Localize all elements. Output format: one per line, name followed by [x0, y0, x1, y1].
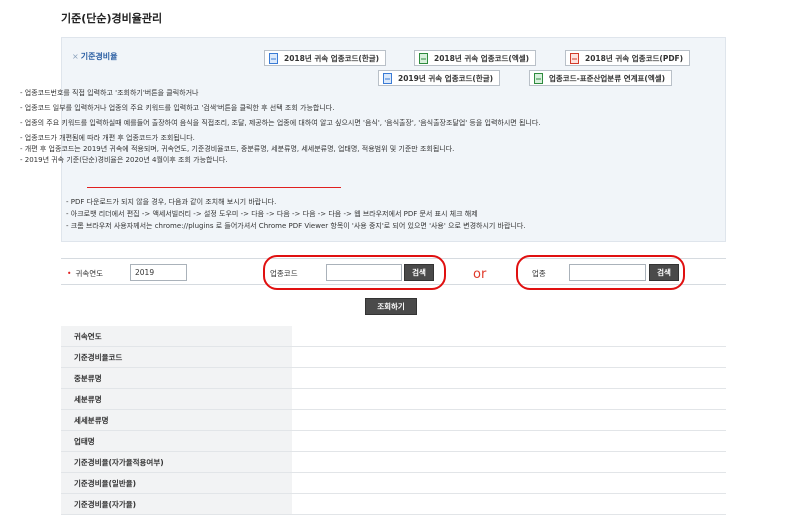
year-label: • 귀속연도 — [67, 268, 103, 279]
download-2018-excel-button[interactable]: 2018년 귀속 업종코드(엑셀) — [414, 50, 537, 66]
page-title: 기준(단순)경비율관리 — [61, 12, 163, 25]
result-header: 기준경비율코드 — [61, 347, 292, 367]
result-row: 기준경비율(일반율) — [61, 473, 726, 494]
hwp-file-icon — [383, 72, 392, 84]
result-row: 귀속연도 — [61, 326, 726, 347]
note-item: - 업종코드번호를 직접 입력하고 '조회하기'버튼을 클릭하거나 — [20, 89, 199, 97]
or-annotation: or — [473, 267, 487, 282]
download-label: 2018년 귀속 업종코드(엑셀) — [434, 53, 530, 63]
result-row: 기준경비율(자가율) — [61, 494, 726, 515]
result-row: 세분류명 — [61, 389, 726, 410]
download-label: 2019년 귀속 업종코드(한글) — [398, 73, 494, 83]
result-value — [292, 452, 726, 472]
download-label: 업종코드-표준산업분류 연계표(엑셀) — [549, 73, 666, 83]
year-label-text: 귀속연도 — [75, 269, 104, 278]
result-row: 중분류명 — [61, 368, 726, 389]
red-circle-annotation-code — [263, 255, 446, 290]
download-2018-pdf-button[interactable]: 2018년 귀속 업종코드(PDF) — [565, 50, 691, 66]
year-input[interactable] — [130, 264, 187, 281]
result-header: 기준경비율(일반율) — [61, 473, 292, 493]
result-value — [292, 494, 726, 514]
pdf-notes-list: - PDF 다운로드가 되지 않을 경우, 다음과 같이 조치해 보시기 바랍니… — [66, 196, 526, 232]
result-header: 귀속연도 — [61, 326, 292, 346]
note-item: - 업종코드가 개편됨에 따라 개편 후 업종코드가 조회됩니다. — [20, 134, 195, 142]
x-icon: × — [72, 52, 79, 61]
result-value — [292, 326, 726, 346]
excel-file-icon — [534, 72, 543, 84]
download-label: 2018년 귀속 업종코드(한글) — [284, 53, 380, 63]
result-header: 중분류명 — [61, 368, 292, 388]
result-row: 기준경비율코드 — [61, 347, 726, 368]
info-heading-label: 기준경비율 — [80, 52, 118, 61]
result-row: 업태명 — [61, 431, 726, 452]
red-circle-annotation-industry — [516, 255, 685, 290]
pdf-file-icon — [570, 52, 579, 64]
download-mapping-excel-button[interactable]: 업종코드-표준산업분류 연계표(엑셀) — [529, 70, 673, 86]
excel-file-icon — [419, 52, 428, 64]
note-item: - 업종의 주요 키워드를 입력하실때 예를들어 출장하여 음식을 직접조리, … — [20, 119, 541, 127]
result-row: 기준경비율(자가율적용여부) — [61, 452, 726, 473]
download-label: 2018년 귀속 업종코드(PDF) — [585, 53, 684, 63]
result-value — [292, 410, 726, 430]
result-value — [292, 431, 726, 451]
result-row: 세세분류명 — [61, 410, 726, 431]
info-heading: × 기준경비율 — [72, 51, 118, 62]
result-header: 세세분류명 — [61, 410, 292, 430]
result-header: 기준경비율(자가율적용여부) — [61, 452, 292, 472]
required-bullet-icon: • — [67, 269, 72, 278]
result-header: 기준경비율(자가율) — [61, 494, 292, 514]
query-button[interactable]: 조회하기 — [365, 298, 417, 315]
pdf-note-item: - PDF 다운로드가 되지 않을 경우, 다음과 같이 조치해 보시기 바랍니… — [66, 198, 277, 206]
result-value — [292, 347, 726, 367]
result-value — [292, 473, 726, 493]
results-table: 귀속연도 기준경비율코드 중분류명 세분류명 세세분류명 업태명 기준경비율(자… — [61, 326, 726, 515]
note-item: - 2019년 귀속 기준(단순)경비율은 2020년 4월이후 조회 가능합니… — [20, 156, 228, 164]
hwp-file-icon — [269, 52, 278, 64]
pdf-note-item: - 크롬 브라우저 사용자께서는 chrome://plugins 로 들어가셔… — [66, 222, 526, 230]
result-value — [292, 368, 726, 388]
result-header: 업태명 — [61, 431, 292, 451]
download-2019-hwp-button[interactable]: 2019년 귀속 업종코드(한글) — [378, 70, 501, 86]
result-value — [292, 389, 726, 409]
result-header: 세분류명 — [61, 389, 292, 409]
red-underline-annotation — [87, 187, 341, 188]
pdf-note-item: - 아크로뱃 리더에서 편집 -> 액세서빌러티 -> 설정 도우미 -> 다음… — [66, 210, 478, 218]
note-item: - 개편 후 업종코드는 2019년 귀속에 적용되며, 귀속연도, 기준경비율… — [20, 145, 455, 153]
download-2018-hwp-button[interactable]: 2018년 귀속 업종코드(한글) — [264, 50, 387, 66]
note-item: - 업종코드 일부를 입력하거나 업종의 주요 키워드를 입력하고 '검색'버튼… — [20, 104, 335, 112]
notes-list: - 업종코드번호를 직접 입력하고 '조회하기'버튼을 클릭하거나 - 업종코드… — [20, 88, 660, 166]
